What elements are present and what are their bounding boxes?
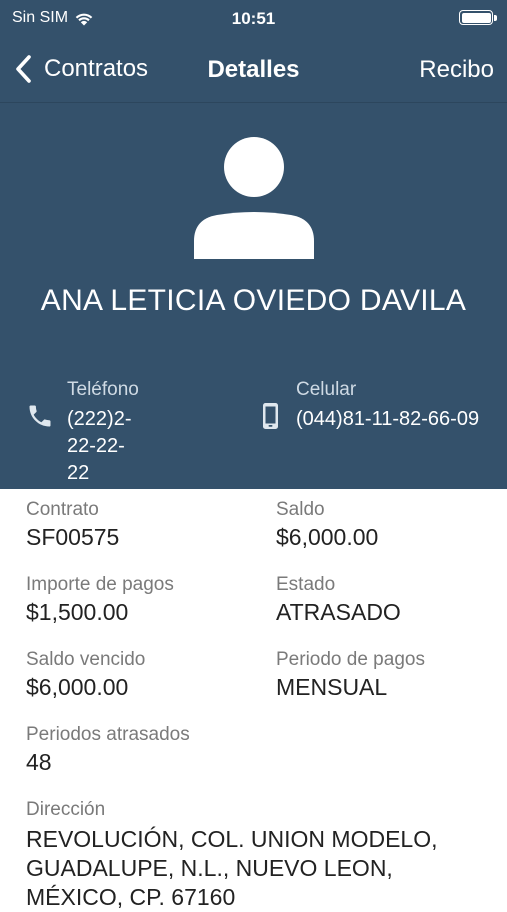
- client-profile-header: ANA LETICIA OVIEDO DAVILA Teléfono (222)…: [0, 103, 507, 489]
- status-time: 10:51: [231, 9, 276, 28]
- back-button[interactable]: Contratos: [12, 54, 148, 84]
- overdue-balance-value: $6,000.00: [26, 674, 129, 700]
- status-field: Estado ATRASADO: [276, 574, 401, 626]
- status-value: ATRASADO: [276, 599, 401, 625]
- status-bar: Sin SIM 10:51: [0, 0, 507, 38]
- status-label: Estado: [276, 574, 336, 595]
- payment-period-field: Periodo de pagos MENSUAL: [276, 649, 425, 701]
- navigation-bar: Contratos Detalles Recibo: [0, 38, 507, 103]
- back-label: Contratos: [44, 55, 149, 82]
- payment-period-value: MENSUAL: [276, 674, 388, 700]
- address-label: Dirección: [26, 799, 106, 820]
- chevron-left-icon: [16, 55, 31, 83]
- address-value: REVOLUCIÓN, COL. UNION MODELO, GUADALUPE…: [26, 826, 438, 910]
- client-name: ANA LETICIA OVIEDO DAVILA: [40, 284, 467, 317]
- payment-amount-field: Importe de pagos $1,500.00: [26, 574, 174, 626]
- battery-icon: [459, 10, 497, 25]
- contract-field: Contrato SF00575: [26, 499, 119, 551]
- overdue-balance-field: Saldo vencido $6,000.00: [26, 649, 145, 701]
- balance-field: Saldo $6,000.00: [276, 499, 378, 551]
- overdue-periods-value: 48: [26, 749, 52, 775]
- contract-label: Contrato: [26, 499, 99, 520]
- payment-period-label: Periodo de pagos: [276, 649, 425, 670]
- mobile-phone-icon: [263, 403, 278, 429]
- address-field: Dirección REVOLUCIÓN, COL. UNION MODELO,…: [26, 799, 496, 912]
- contract-value: SF00575: [26, 524, 120, 550]
- phone-value: (222)2-22-22-22: [67, 408, 132, 484]
- balance-value: $6,000.00: [276, 524, 379, 550]
- cell-label: Celular: [296, 379, 357, 400]
- receipt-button[interactable]: Recibo: [419, 56, 494, 84]
- overdue-periods-field: Periodos atrasados 48: [26, 724, 190, 776]
- payment-amount-value: $1,500.00: [26, 599, 129, 625]
- phone-label: Teléfono: [67, 379, 139, 400]
- cell-value: (044)81-11-82-66-09: [296, 408, 480, 430]
- overdue-periods-label: Periodos atrasados: [26, 724, 190, 745]
- balance-label: Saldo: [276, 499, 325, 520]
- phone-icon: [29, 405, 51, 427]
- overdue-balance-label: Saldo vencido: [26, 649, 146, 670]
- payment-amount-label: Importe de pagos: [26, 574, 174, 595]
- person-icon: [194, 137, 314, 259]
